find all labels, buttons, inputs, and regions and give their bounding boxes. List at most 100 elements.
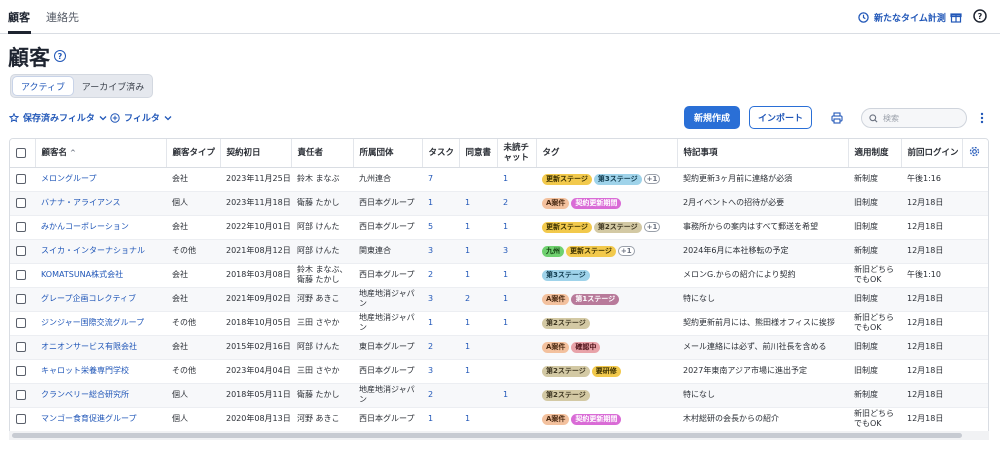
table-row[interactable]: ジンジャー国際交流グループ その他 2018年10月05日 三田 さやか 地産地… xyxy=(10,311,988,336)
row-checkbox[interactable] xyxy=(16,173,26,184)
tasks-cell[interactable]: 7 xyxy=(422,167,459,192)
row-checkbox[interactable] xyxy=(16,269,26,280)
customer-name-link[interactable]: グレープ企画コレクティブ xyxy=(41,294,136,303)
unread-chat-cell[interactable]: 3 xyxy=(497,239,536,264)
tag-badge[interactable]: 更新ステージ xyxy=(542,221,592,233)
import-button[interactable]: インポート xyxy=(749,106,812,129)
table-row[interactable]: キャロット栄養専門学校 その他 2023年04月04日 三田 さやか 西日本グル… xyxy=(10,359,988,384)
tag-badge[interactable]: 第1ステージ xyxy=(571,293,620,305)
col-header-org[interactable]: 所属団体 xyxy=(353,139,423,168)
row-checkbox[interactable] xyxy=(16,317,26,328)
col-header-tags[interactable]: タグ xyxy=(536,139,678,168)
tag-badge[interactable]: 更新ステージ xyxy=(542,173,592,185)
tasks-cell[interactable]: 3 xyxy=(422,239,459,264)
tasks-cell[interactable]: 2 xyxy=(422,383,459,408)
tasks-cell[interactable]: 1 xyxy=(422,191,459,216)
tag-badge[interactable]: 第2ステージ xyxy=(593,221,642,233)
col-header-name[interactable]: 顧客名 ^ xyxy=(35,139,167,168)
tag-badge[interactable]: 更新ステージ xyxy=(566,245,616,257)
customer-name-link[interactable]: KOMATSUNA株式会社 xyxy=(41,270,123,279)
table-row[interactable]: グレープ企画コレクティブ 会社 2021年09月02日 河野 あきこ 地産地消ジ… xyxy=(10,287,988,312)
customer-name-link[interactable]: メロングループ xyxy=(41,174,97,183)
tasks-cell[interactable]: 5 xyxy=(422,215,459,240)
table-row[interactable]: オニオンサービス有限会社 会社 2015年02月16日 阿部 けんた 東日本グル… xyxy=(10,335,988,360)
consent-cell[interactable]: 1 xyxy=(459,239,497,264)
table-row[interactable]: バナナ・アライアンス 個人 2023年11月18日 衛藤 たかし 西日本グループ… xyxy=(10,191,988,216)
col-header-unread[interactable]: 未読チャット xyxy=(497,139,537,168)
tag-badge[interactable]: 第2ステージ xyxy=(542,389,590,401)
tag-badge[interactable]: A案件 xyxy=(542,413,570,425)
consent-cell[interactable] xyxy=(459,383,497,408)
filter-dropdown[interactable]: フィルタ xyxy=(110,111,172,124)
unread-chat-cell[interactable]: 2 xyxy=(497,191,536,216)
table-row[interactable]: メロングループ 会社 2023年11月25日 鈴木 まなぶ 九州連合 7 1 更… xyxy=(10,167,988,192)
table-row[interactable]: みかんコーポレーション 会社 2022年10月01日 阿部 けんた 西日本グルー… xyxy=(10,215,988,240)
row-checkbox[interactable] xyxy=(16,221,26,232)
tasks-cell[interactable]: 3 xyxy=(422,287,459,312)
consent-cell[interactable]: 1 xyxy=(459,191,497,216)
col-header-start-date[interactable]: 契約初日 xyxy=(220,139,292,168)
consent-cell[interactable] xyxy=(459,167,497,192)
select-all-checkbox[interactable] xyxy=(16,147,26,158)
col-header-consent[interactable]: 同意書 xyxy=(459,139,498,168)
horizontal-scrollbar[interactable] xyxy=(12,433,962,438)
table-row[interactable]: スイカ・インターナショナル その他 2021年08月12日 阿部 けんた 関東連… xyxy=(10,239,988,264)
print-icon[interactable] xyxy=(829,110,845,126)
customer-name-link[interactable]: クランベリー総合研究所 xyxy=(41,390,129,399)
col-header-notes[interactable]: 特記事項 xyxy=(677,139,849,168)
unread-chat-cell[interactable]: 1 xyxy=(497,383,536,408)
col-header-owner[interactable]: 責任者 xyxy=(291,139,354,168)
unread-chat-cell[interactable] xyxy=(497,335,536,360)
saved-filters-dropdown[interactable]: 保存済みフィルタ xyxy=(9,111,107,124)
row-checkbox[interactable] xyxy=(16,365,26,376)
tasks-cell[interactable]: 3 xyxy=(422,359,459,384)
tag-badge[interactable]: 確認中 xyxy=(571,341,601,353)
customer-name-link[interactable]: バナナ・アライアンス xyxy=(41,198,121,207)
consent-cell[interactable]: 1 xyxy=(459,311,497,336)
row-checkbox[interactable] xyxy=(16,197,26,208)
segment-active[interactable]: アクティブ xyxy=(13,77,73,95)
more-tags-badge[interactable]: +1 xyxy=(643,222,661,232)
customer-name-link[interactable]: オニオンサービス有限会社 xyxy=(41,342,137,351)
table-row[interactable]: KOMATSUNA株式会社 会社 2018年03月08日 鈴木 まなぶ、衛藤 た… xyxy=(10,263,988,288)
customer-name-link[interactable]: キャロット栄養専門学校 xyxy=(41,366,129,375)
more-tags-badge[interactable]: +1 xyxy=(617,246,635,256)
tag-badge[interactable]: A案件 xyxy=(542,293,570,305)
table-row[interactable]: クランベリー総合研究所 個人 2018年05月11日 衛藤 たかし 地産地消ジャ… xyxy=(10,383,988,408)
row-checkbox[interactable] xyxy=(16,413,26,424)
help-circle-icon[interactable]: ? xyxy=(972,8,988,24)
col-header-system[interactable]: 適用制度 xyxy=(848,139,902,168)
tasks-cell[interactable]: 1 xyxy=(422,407,459,432)
gear-icon[interactable] xyxy=(969,146,980,157)
tab-customers[interactable]: 顧客 xyxy=(8,9,30,25)
help-icon[interactable]: ? xyxy=(54,50,66,62)
unread-chat-cell[interactable]: 1 xyxy=(497,287,536,312)
tasks-cell[interactable]: 1 xyxy=(422,311,459,336)
col-header-last-login[interactable]: 前回ログイン xyxy=(901,139,963,168)
tag-badge[interactable]: 契約更新期間 xyxy=(571,197,622,209)
new-customer-button[interactable]: 新規作成 xyxy=(684,106,740,129)
customer-name-link[interactable]: スイカ・インターナショナル xyxy=(41,246,145,255)
tag-badge[interactable]: 第3ステージ xyxy=(542,269,590,281)
tag-badge[interactable]: 契約更新期間 xyxy=(571,413,622,425)
segment-archived[interactable]: アーカイブ済み xyxy=(75,77,151,95)
more-options-icon[interactable] xyxy=(974,110,990,126)
tasks-cell[interactable]: 2 xyxy=(422,335,459,360)
col-header-type[interactable]: 顧客タイプ xyxy=(166,139,221,168)
consent-cell[interactable]: 1 xyxy=(459,359,497,384)
customer-name-link[interactable]: マンゴー食育促進グループ xyxy=(41,414,137,423)
col-header-tasks[interactable]: タスク xyxy=(422,139,460,168)
unread-chat-cell[interactable]: 1 xyxy=(497,311,536,336)
consent-cell[interactable]: 1 xyxy=(459,215,497,240)
tag-badge[interactable]: 九州 xyxy=(542,245,564,257)
consent-cell[interactable]: 1 xyxy=(459,407,497,432)
tag-badge[interactable]: 第2ステージ xyxy=(542,365,590,377)
tasks-cell[interactable]: 2 xyxy=(422,263,459,288)
tag-badge[interactable]: A案件 xyxy=(542,341,570,353)
table-row[interactable]: マンゴー食育促進グループ 個人 2020年08月13日 河野 あきこ 西日本グル… xyxy=(10,407,988,432)
unread-chat-cell[interactable]: 1 xyxy=(497,215,536,240)
tag-badge[interactable]: 要研修 xyxy=(591,365,621,377)
row-checkbox[interactable] xyxy=(16,389,26,400)
tag-badge[interactable]: A案件 xyxy=(542,197,570,209)
customer-name-link[interactable]: みかんコーポレーション xyxy=(41,222,129,231)
